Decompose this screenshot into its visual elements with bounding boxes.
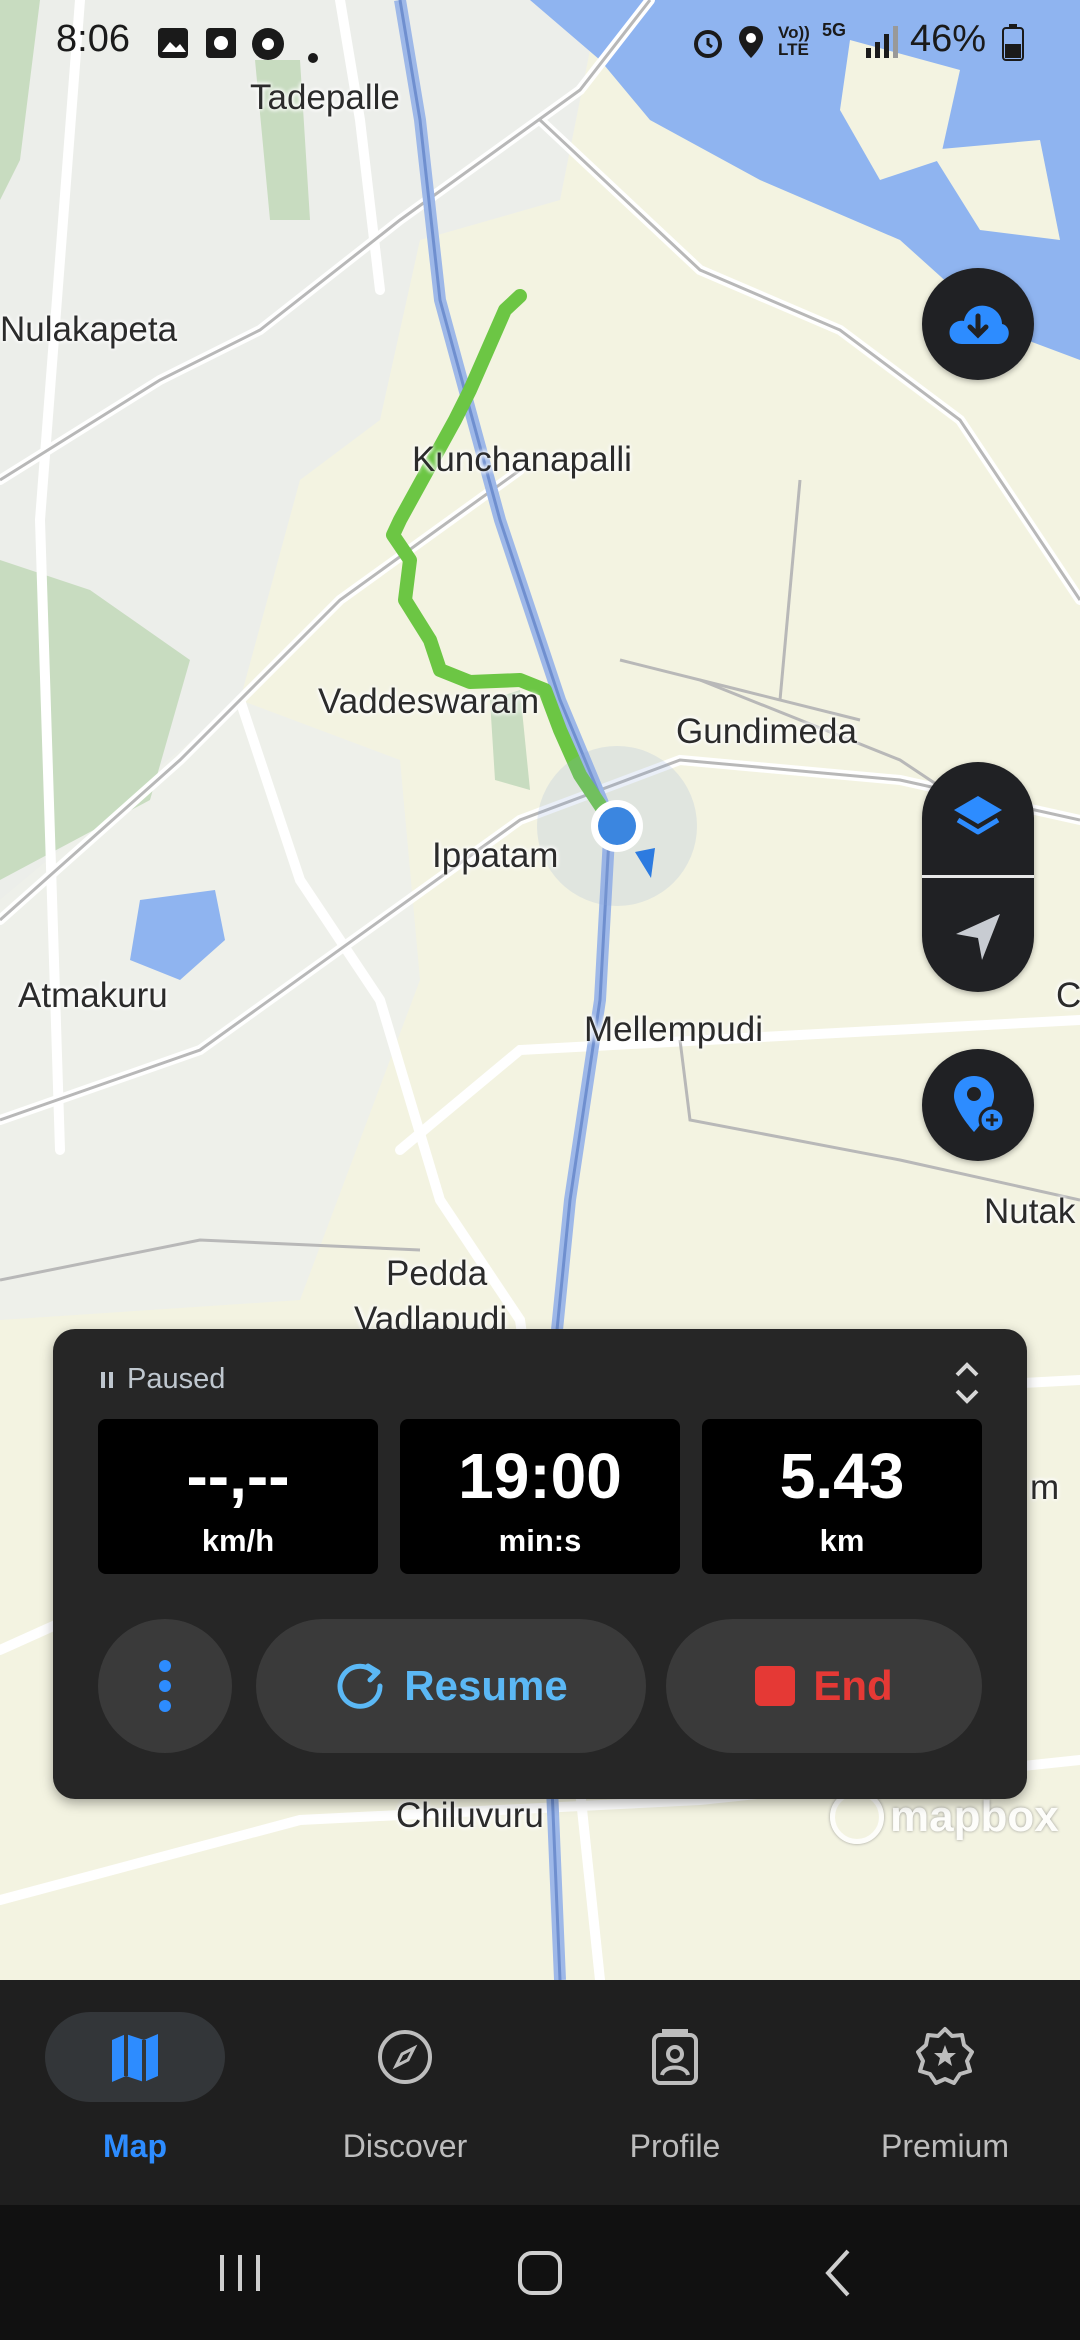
place-label: Mellempudi <box>584 1010 763 1049</box>
speed-tile: --,-- km/h <box>98 1419 378 1574</box>
system-navigation-bar <box>0 2205 1080 2340</box>
nav-label-premium: Premium <box>880 2128 1009 2164</box>
battery-percentage: 46% <box>910 18 987 60</box>
photo-icon <box>204 26 238 70</box>
place-label: C <box>1056 976 1080 1015</box>
mapbox-wordmark: mapbox <box>890 1792 1059 1841</box>
nav-item-discover[interactable]: Discover <box>270 1980 540 2205</box>
pause-icon <box>101 1371 113 1388</box>
5g-icon: 5G <box>822 20 847 40</box>
stop-icon <box>755 1666 796 1706</box>
place-label: Pedda <box>386 1254 488 1293</box>
map-icon <box>45 2012 225 2102</box>
bottom-navigation: Map Discover Profile Premium <box>0 1980 1080 2205</box>
location-icon <box>736 24 766 72</box>
duration-value: 19:00 <box>458 1440 622 1512</box>
nav-label-map: Map <box>103 2128 167 2164</box>
premium-badge-icon <box>855 2012 1035 2102</box>
profile-icon <box>585 2012 765 2102</box>
more-options-button[interactable] <box>98 1619 232 1753</box>
nav-item-premium[interactable]: Premium <box>810 1980 1080 2205</box>
recent-apps-icon[interactable] <box>212 2245 268 2301</box>
map-controls <box>922 762 1034 992</box>
place-label: Gundimeda <box>676 712 857 751</box>
resume-button[interactable]: Resume <box>256 1619 646 1753</box>
signal-icon <box>864 24 900 70</box>
distance-value: 5.43 <box>779 1440 905 1512</box>
tracking-panel: Paused --,-- km/h 19:00 min:s 5.43 km Re… <box>53 1329 1027 1799</box>
place-label: Nutak <box>984 1192 1076 1231</box>
place-label: Tadepalle <box>250 78 400 117</box>
nav-label-discover: Discover <box>342 2128 468 2164</box>
nav-item-profile[interactable]: Profile <box>540 1980 810 2205</box>
duration-tile: 19:00 min:s <box>400 1419 680 1574</box>
expand-collapse-icon[interactable] <box>947 1353 987 1413</box>
alarm-icon <box>690 24 726 70</box>
compass-icon <box>315 2012 495 2102</box>
map-layers-button[interactable] <box>922 762 1034 875</box>
dot-icon <box>306 32 320 75</box>
layers-icon <box>954 795 1002 834</box>
place-label: Atmakuru <box>18 976 168 1015</box>
place-label: Chiluvuru <box>396 1796 544 1835</box>
cloud-download-icon <box>949 305 1009 344</box>
place-label: Ippatam <box>432 836 559 875</box>
end-button[interactable]: End <box>666 1619 982 1753</box>
nav-item-map[interactable]: Map <box>0 1980 270 2205</box>
speed-unit: km/h <box>201 1523 275 1558</box>
navigation-arrow-icon <box>956 913 1000 960</box>
status-label: Paused <box>127 1363 226 1395</box>
battery-icon <box>1002 24 1024 72</box>
chrome-icon <box>250 26 286 72</box>
add-location-icon <box>954 1076 1006 1134</box>
offline-download-button[interactable] <box>922 268 1034 380</box>
status-bar: 8:06 Vo)) LTE 5G 46% <box>0 0 1080 84</box>
nav-label-profile: Profile <box>629 2128 721 2164</box>
resume-label: Resume <box>404 1662 568 1709</box>
gallery-icon <box>156 26 190 70</box>
home-icon[interactable] <box>512 2245 568 2301</box>
place-label: Vaddeswaram <box>318 682 540 721</box>
end-label: End <box>813 1662 893 1709</box>
place-label: m <box>1030 1468 1060 1507</box>
place-label: Kunchanapalli <box>412 440 632 479</box>
volte-icon: Vo)) LTE <box>778 23 810 59</box>
distance-tile: 5.43 km <box>702 1419 982 1574</box>
speed-value: --,-- <box>186 1440 290 1512</box>
recenter-button[interactable] <box>922 879 1034 992</box>
back-icon[interactable] <box>812 2245 868 2301</box>
status-time: 8:06 <box>56 18 130 60</box>
distance-unit: km <box>819 1523 865 1558</box>
resume-icon <box>337 1663 383 1709</box>
duration-unit: min:s <box>498 1523 582 1558</box>
tracking-status: Paused <box>101 1363 225 1396</box>
place-label: Nulakapeta <box>0 310 178 349</box>
more-vertical-icon <box>159 1660 171 1712</box>
divider <box>922 875 1034 878</box>
add-poi-button[interactable] <box>922 1049 1034 1161</box>
